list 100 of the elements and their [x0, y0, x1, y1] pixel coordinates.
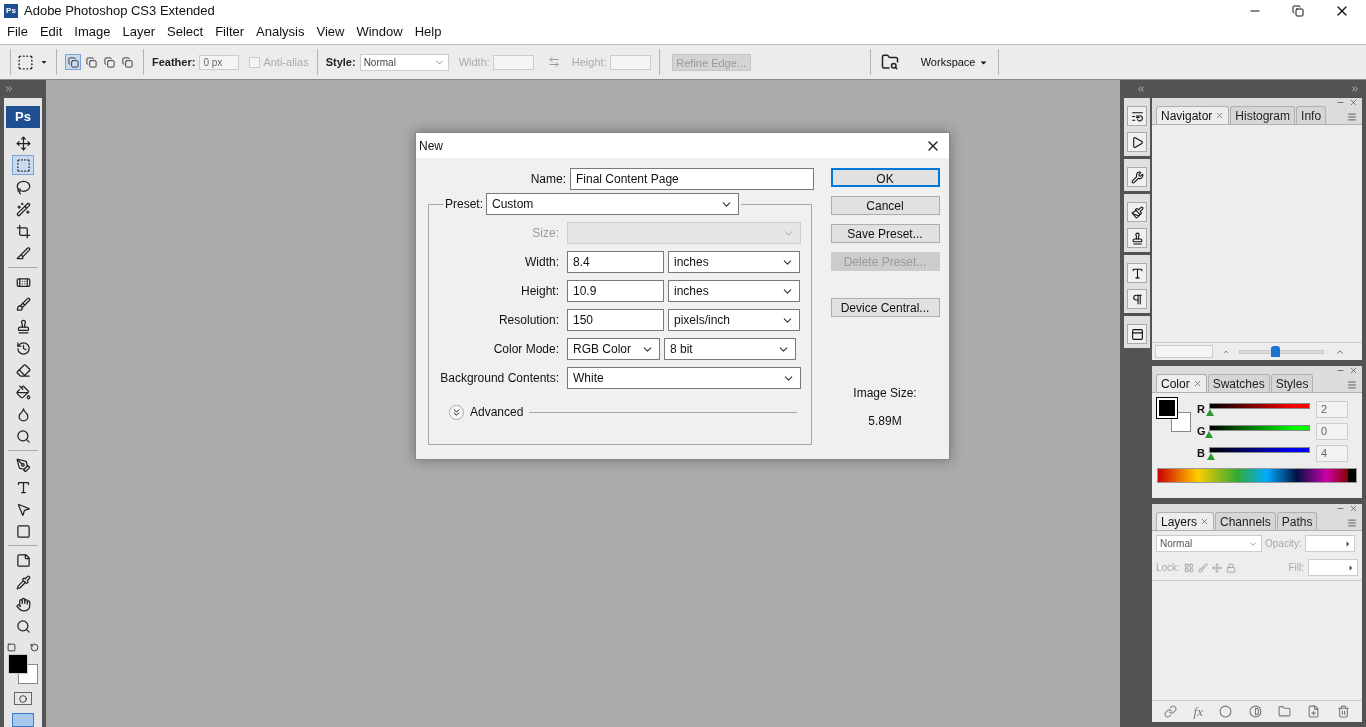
dock-button[interactable] [1127, 202, 1147, 222]
restore-icon[interactable] [1292, 5, 1304, 17]
expand-button[interactable] [449, 404, 464, 420]
zoom-slider-thumb[interactable] [1270, 345, 1280, 357]
dialog-button[interactable]: Device Central... [830, 298, 940, 317]
dropdown[interactable]: inches [668, 251, 800, 273]
collapse-icon[interactable] [1136, 84, 1146, 94]
selection-mode-button[interactable] [83, 54, 99, 70]
field-label: Preset: [445, 196, 483, 213]
height-field[interactable] [609, 54, 651, 70]
rectangle-icon [15, 523, 31, 539]
input-field[interactable]: 10.9 [567, 280, 664, 302]
dropdown[interactable]: White [567, 367, 801, 389]
layer-comps-icon [1130, 327, 1144, 341]
panel-tab[interactable]: Layers [1156, 512, 1215, 530]
quick-mask-button[interactable] [14, 692, 32, 705]
zoom-field[interactable] [1155, 345, 1213, 358]
slider-thumb[interactable] [1205, 431, 1213, 438]
folder-icon[interactable] [1278, 705, 1291, 718]
history-icon [1130, 109, 1144, 123]
fill-field[interactable] [1308, 559, 1358, 576]
pilcrow-icon [1130, 292, 1144, 306]
wrench-icon [1130, 170, 1144, 184]
swap-colors-icon[interactable] [30, 643, 39, 652]
channel-value-field[interactable]: 2 [1316, 400, 1348, 418]
dock-button[interactable] [1127, 263, 1147, 283]
color-swatches[interactable] [1157, 398, 1191, 432]
selection-mode-button[interactable] [101, 54, 117, 70]
blend-mode-dropdown[interactable]: Normal [1156, 535, 1262, 552]
selection-mode-button[interactable] [65, 54, 81, 70]
selection-mode-button[interactable] [119, 54, 135, 70]
menu-item[interactable]: Layer [116, 22, 162, 42]
swap-icon[interactable] [547, 56, 560, 68]
new-layer-icon[interactable] [1307, 705, 1321, 718]
fx-button[interactable]: fx [1193, 701, 1203, 722]
expand-icon[interactable] [1350, 84, 1360, 94]
channel-value-field[interactable]: 4 [1316, 444, 1348, 462]
panel-tab[interactable]: Channels [1215, 512, 1276, 530]
field-label: Width: [524, 254, 559, 271]
app-icon: Ps [4, 4, 18, 18]
selection-mode-icon [67, 56, 79, 68]
droplet-icon [15, 406, 31, 422]
style-dropdown[interactable]: Normal [359, 53, 449, 71]
dialog-button[interactable]: OK [830, 168, 940, 187]
panel-tab[interactable]: Paths [1276, 512, 1318, 530]
input-field[interactable]: Final Content Page [570, 168, 814, 190]
dropdown[interactable]: Custom [486, 193, 739, 215]
color-spectrum[interactable] [1157, 468, 1357, 483]
menu-item[interactable]: Edit [33, 22, 69, 42]
field-label: Name: [529, 171, 566, 188]
width-label: Width: [458, 54, 490, 70]
mask-icon[interactable] [1219, 705, 1233, 718]
default-colors-icon[interactable] [7, 643, 16, 652]
dock-button[interactable] [1127, 106, 1147, 126]
menu-item[interactable]: Filter [209, 22, 251, 42]
dropdown[interactable]: inches [668, 280, 800, 302]
panel-tab[interactable]: Navigator [1156, 106, 1230, 124]
expand-icon[interactable] [4, 84, 14, 94]
menu-item[interactable]: Select [161, 22, 210, 42]
input-field[interactable]: 150 [567, 309, 664, 331]
tool-preset-button[interactable] [17, 53, 48, 71]
menu-item[interactable]: Analysis [250, 22, 311, 42]
menu-item[interactable]: Help [408, 22, 448, 42]
panel-tab[interactable]: Color [1156, 374, 1207, 392]
opacity-field[interactable] [1304, 535, 1355, 552]
screen-mode-button[interactable] [12, 713, 34, 727]
menu-item[interactable]: View [310, 22, 351, 42]
menu-item[interactable]: Window [350, 22, 409, 42]
dialog-button[interactable]: Cancel [830, 196, 940, 215]
caret-right-icon[interactable] [1347, 563, 1355, 572]
dock-button[interactable] [1127, 324, 1147, 344]
dropdown[interactable]: RGB Color [567, 338, 660, 360]
dropdown[interactable]: pixels/inch [668, 309, 800, 331]
width-field[interactable] [492, 54, 534, 70]
panel-tab[interactable]: Info [1296, 106, 1327, 124]
slider-thumb[interactable] [1206, 409, 1214, 416]
panel-tab[interactable]: Histogram [1230, 106, 1296, 124]
marquee-icon [17, 53, 34, 71]
trash-icon[interactable] [1336, 705, 1350, 718]
input-field[interactable]: 8.4 [567, 251, 664, 273]
bridge-icon[interactable] [880, 53, 899, 71]
menu-item[interactable]: Image [68, 22, 117, 42]
adjustment-icon[interactable] [1248, 705, 1262, 718]
panel-tab[interactable]: Styles [1270, 374, 1314, 392]
feather-field[interactable]: 0 px [199, 54, 240, 70]
slider-thumb[interactable] [1207, 453, 1216, 460]
panel-tab[interactable]: Swatches [1207, 374, 1270, 392]
dialog-button[interactable]: Save Preset... [830, 224, 940, 243]
dropdown[interactable]: 8 bit [664, 338, 796, 360]
history-brush-icon [15, 340, 31, 356]
color-swatches[interactable] [8, 654, 38, 684]
menu-item[interactable]: File [1, 22, 34, 42]
link-icon[interactable] [1164, 705, 1178, 718]
dock-button[interactable] [1127, 228, 1147, 248]
dock-button[interactable] [1127, 132, 1147, 152]
dock-button[interactable] [1127, 167, 1147, 187]
workspace-button[interactable]: Workspace [920, 53, 988, 71]
zoom-slider-track[interactable] [1239, 349, 1324, 354]
dock-button[interactable] [1127, 289, 1147, 309]
channel-value-field[interactable]: 0 [1316, 422, 1348, 440]
